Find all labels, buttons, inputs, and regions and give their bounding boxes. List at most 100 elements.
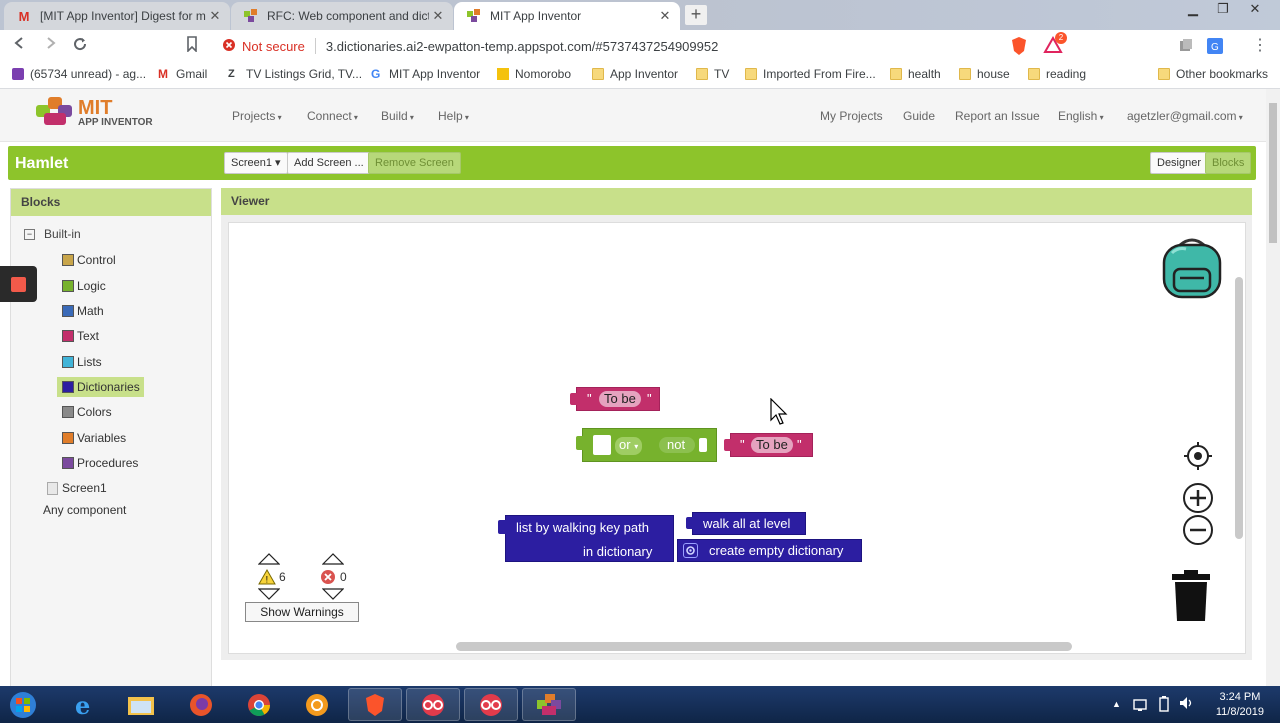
workspace-horizontal-scrollbar[interactable] xyxy=(456,642,1072,651)
internet-explorer-icon[interactable]: e xyxy=(58,688,112,721)
tab-mit-app-inventor[interactable]: MIT App Inventor ✕ xyxy=(454,2,680,30)
tree-screen1[interactable]: Screen1 xyxy=(47,481,107,495)
text-block-value[interactable]: To be xyxy=(599,391,641,407)
restore-icon[interactable]: ❐ xyxy=(1208,0,1238,20)
workspace-vertical-scrollbar[interactable] xyxy=(1235,277,1243,539)
bookmark-nomorobo[interactable]: Nomorobo xyxy=(497,67,571,81)
page-scrollbar[interactable] xyxy=(1266,89,1280,686)
close-icon[interactable]: ✕ xyxy=(206,8,224,24)
chrome-icon[interactable] xyxy=(232,688,286,721)
errors-down-arrow-icon[interactable] xyxy=(321,588,345,603)
screen-select[interactable]: Screen1 ▾ xyxy=(224,152,288,174)
or-dropdown[interactable]: or ▾ xyxy=(615,437,643,455)
blocks-button[interactable]: Blocks xyxy=(1205,152,1252,174)
trash-icon[interactable] xyxy=(1170,569,1212,626)
close-icon[interactable]: ✕ xyxy=(656,8,674,24)
bookmark-tv[interactable]: TV xyxy=(696,67,729,81)
link-my-projects[interactable]: My Projects xyxy=(820,109,883,123)
reload-icon[interactable] xyxy=(70,36,90,56)
bookmark-imported[interactable]: Imported From Fire... xyxy=(745,67,876,81)
volume-icon[interactable] xyxy=(1178,695,1194,714)
walk-key-path-block[interactable]: list by walking key path in dictionary xyxy=(505,515,674,562)
category-math[interactable]: Math xyxy=(62,304,104,318)
tray-expand-icon[interactable]: ▲ xyxy=(1112,699,1121,709)
category-lists[interactable]: Lists xyxy=(62,355,102,369)
screen-recorder-button[interactable] xyxy=(0,266,37,302)
file-explorer-icon[interactable] xyxy=(114,688,168,721)
ubuntu-icon[interactable] xyxy=(290,688,344,721)
category-control[interactable]: Control xyxy=(62,253,116,267)
category-dictionaries[interactable]: Dictionaries xyxy=(57,377,144,397)
translate-icon[interactable]: G xyxy=(1206,37,1224,58)
system-clock[interactable]: 3:24 PM 11/8/2019 xyxy=(1216,690,1264,720)
not-block[interactable]: not xyxy=(659,437,696,453)
menu-language[interactable]: English xyxy=(1058,109,1104,123)
start-button-icon[interactable] xyxy=(0,688,46,721)
create-empty-dictionary-block[interactable]: create empty dictionary xyxy=(677,539,862,562)
bookmark-unread[interactable]: (65734 unread) - ag... xyxy=(12,67,146,81)
forward-icon[interactable] xyxy=(40,36,60,56)
brave-taskbar-icon[interactable] xyxy=(348,688,402,721)
battery-icon[interactable] xyxy=(1156,696,1172,715)
walk-all-at-level-block[interactable]: walk all at level xyxy=(692,512,806,535)
close-icon[interactable]: ✕ xyxy=(429,8,447,24)
link-guide[interactable]: Guide xyxy=(903,109,935,123)
url-text[interactable]: 3.dictionaries.ai2-ewpatton-temp.appspot… xyxy=(326,39,718,54)
zoom-in-icon[interactable] xyxy=(1182,482,1214,517)
category-text[interactable]: Text xyxy=(62,329,99,343)
recorder-app-2-icon[interactable] xyxy=(464,688,518,721)
tree-builtin[interactable]: − Built-in xyxy=(24,227,81,241)
menu-icon[interactable]: ⋮ xyxy=(1250,36,1270,56)
link-report-issue[interactable]: Report an Issue xyxy=(955,109,1040,123)
add-screen-button[interactable]: Add Screen ... xyxy=(287,152,371,174)
bookmark-tv-listings[interactable]: Z TV Listings Grid, TV... xyxy=(228,67,362,81)
tab-rfc[interactable]: RFC: Web component and dictiona ✕ xyxy=(231,2,453,30)
minimize-icon[interactable]: ▁ xyxy=(1178,0,1208,20)
tree-any-component[interactable]: Any component xyxy=(43,503,126,517)
bookmark-other[interactable]: Other bookmarks xyxy=(1158,67,1268,81)
category-procedures[interactable]: Procedures xyxy=(62,456,138,470)
menu-build[interactable]: Build xyxy=(381,109,414,123)
category-logic[interactable]: Logic xyxy=(62,279,106,293)
app-inventor-logo[interactable]: MIT APP INVENTOR xyxy=(34,95,153,131)
app-inventor-taskbar-icon[interactable] xyxy=(522,688,576,721)
logic-or-block[interactable]: or ▾ not xyxy=(582,428,717,462)
bookmark-health[interactable]: health xyxy=(890,67,941,81)
brave-shield-icon[interactable] xyxy=(1010,36,1028,59)
new-tab-button[interactable]: + xyxy=(685,5,707,25)
warnings-up-arrow-icon[interactable] xyxy=(257,553,281,568)
gear-icon[interactable] xyxy=(683,543,698,558)
designer-button[interactable]: Designer xyxy=(1150,152,1209,174)
text-block-to-be[interactable]: " To be " xyxy=(576,387,660,411)
bookmark-reading[interactable]: reading xyxy=(1028,67,1086,81)
network-icon[interactable] xyxy=(1132,696,1148,715)
recorder-app-icon[interactable] xyxy=(406,688,460,721)
close-window-icon[interactable]: ✕ xyxy=(1240,0,1270,20)
menu-account[interactable]: agetzler@gmail.com xyxy=(1127,109,1243,123)
recenter-icon[interactable] xyxy=(1183,441,1213,474)
collapse-icon[interactable]: − xyxy=(24,228,35,240)
category-variables[interactable]: Variables xyxy=(62,431,126,445)
bookmark-mit-app-inventor[interactable]: G MIT App Inventor xyxy=(371,67,480,81)
menu-connect[interactable]: Connect xyxy=(307,109,358,123)
bookmark-app-inventor[interactable]: App Inventor xyxy=(592,67,678,81)
address-bar[interactable]: Not secure 3.dictionaries.ai2-ewpatton-t… xyxy=(214,33,1030,59)
show-warnings-button[interactable]: Show Warnings xyxy=(245,602,359,622)
errors-up-arrow-icon[interactable] xyxy=(321,553,345,568)
bookmark-icon[interactable] xyxy=(182,36,202,56)
remove-screen-button[interactable]: Remove Screen xyxy=(368,152,461,174)
tab-digest[interactable]: M [MIT App Inventor] Digest for mita ✕ xyxy=(4,2,230,30)
menu-help[interactable]: Help xyxy=(438,109,469,123)
backpack-icon[interactable] xyxy=(1158,233,1226,304)
menu-projects[interactable]: Projects xyxy=(232,109,282,123)
bookmark-gmail[interactable]: M Gmail xyxy=(158,67,207,81)
category-colors[interactable]: Colors xyxy=(62,405,112,419)
text-block-to-be-2[interactable]: " To be " xyxy=(730,433,813,457)
text-block-value[interactable]: To be xyxy=(751,437,793,453)
bookmark-house[interactable]: house xyxy=(959,67,1010,81)
warnings-down-arrow-icon[interactable] xyxy=(257,588,281,603)
back-icon[interactable] xyxy=(10,36,30,56)
extension-icon[interactable] xyxy=(1178,38,1194,57)
zoom-out-icon[interactable] xyxy=(1182,514,1214,549)
firefox-icon[interactable] xyxy=(174,688,228,721)
